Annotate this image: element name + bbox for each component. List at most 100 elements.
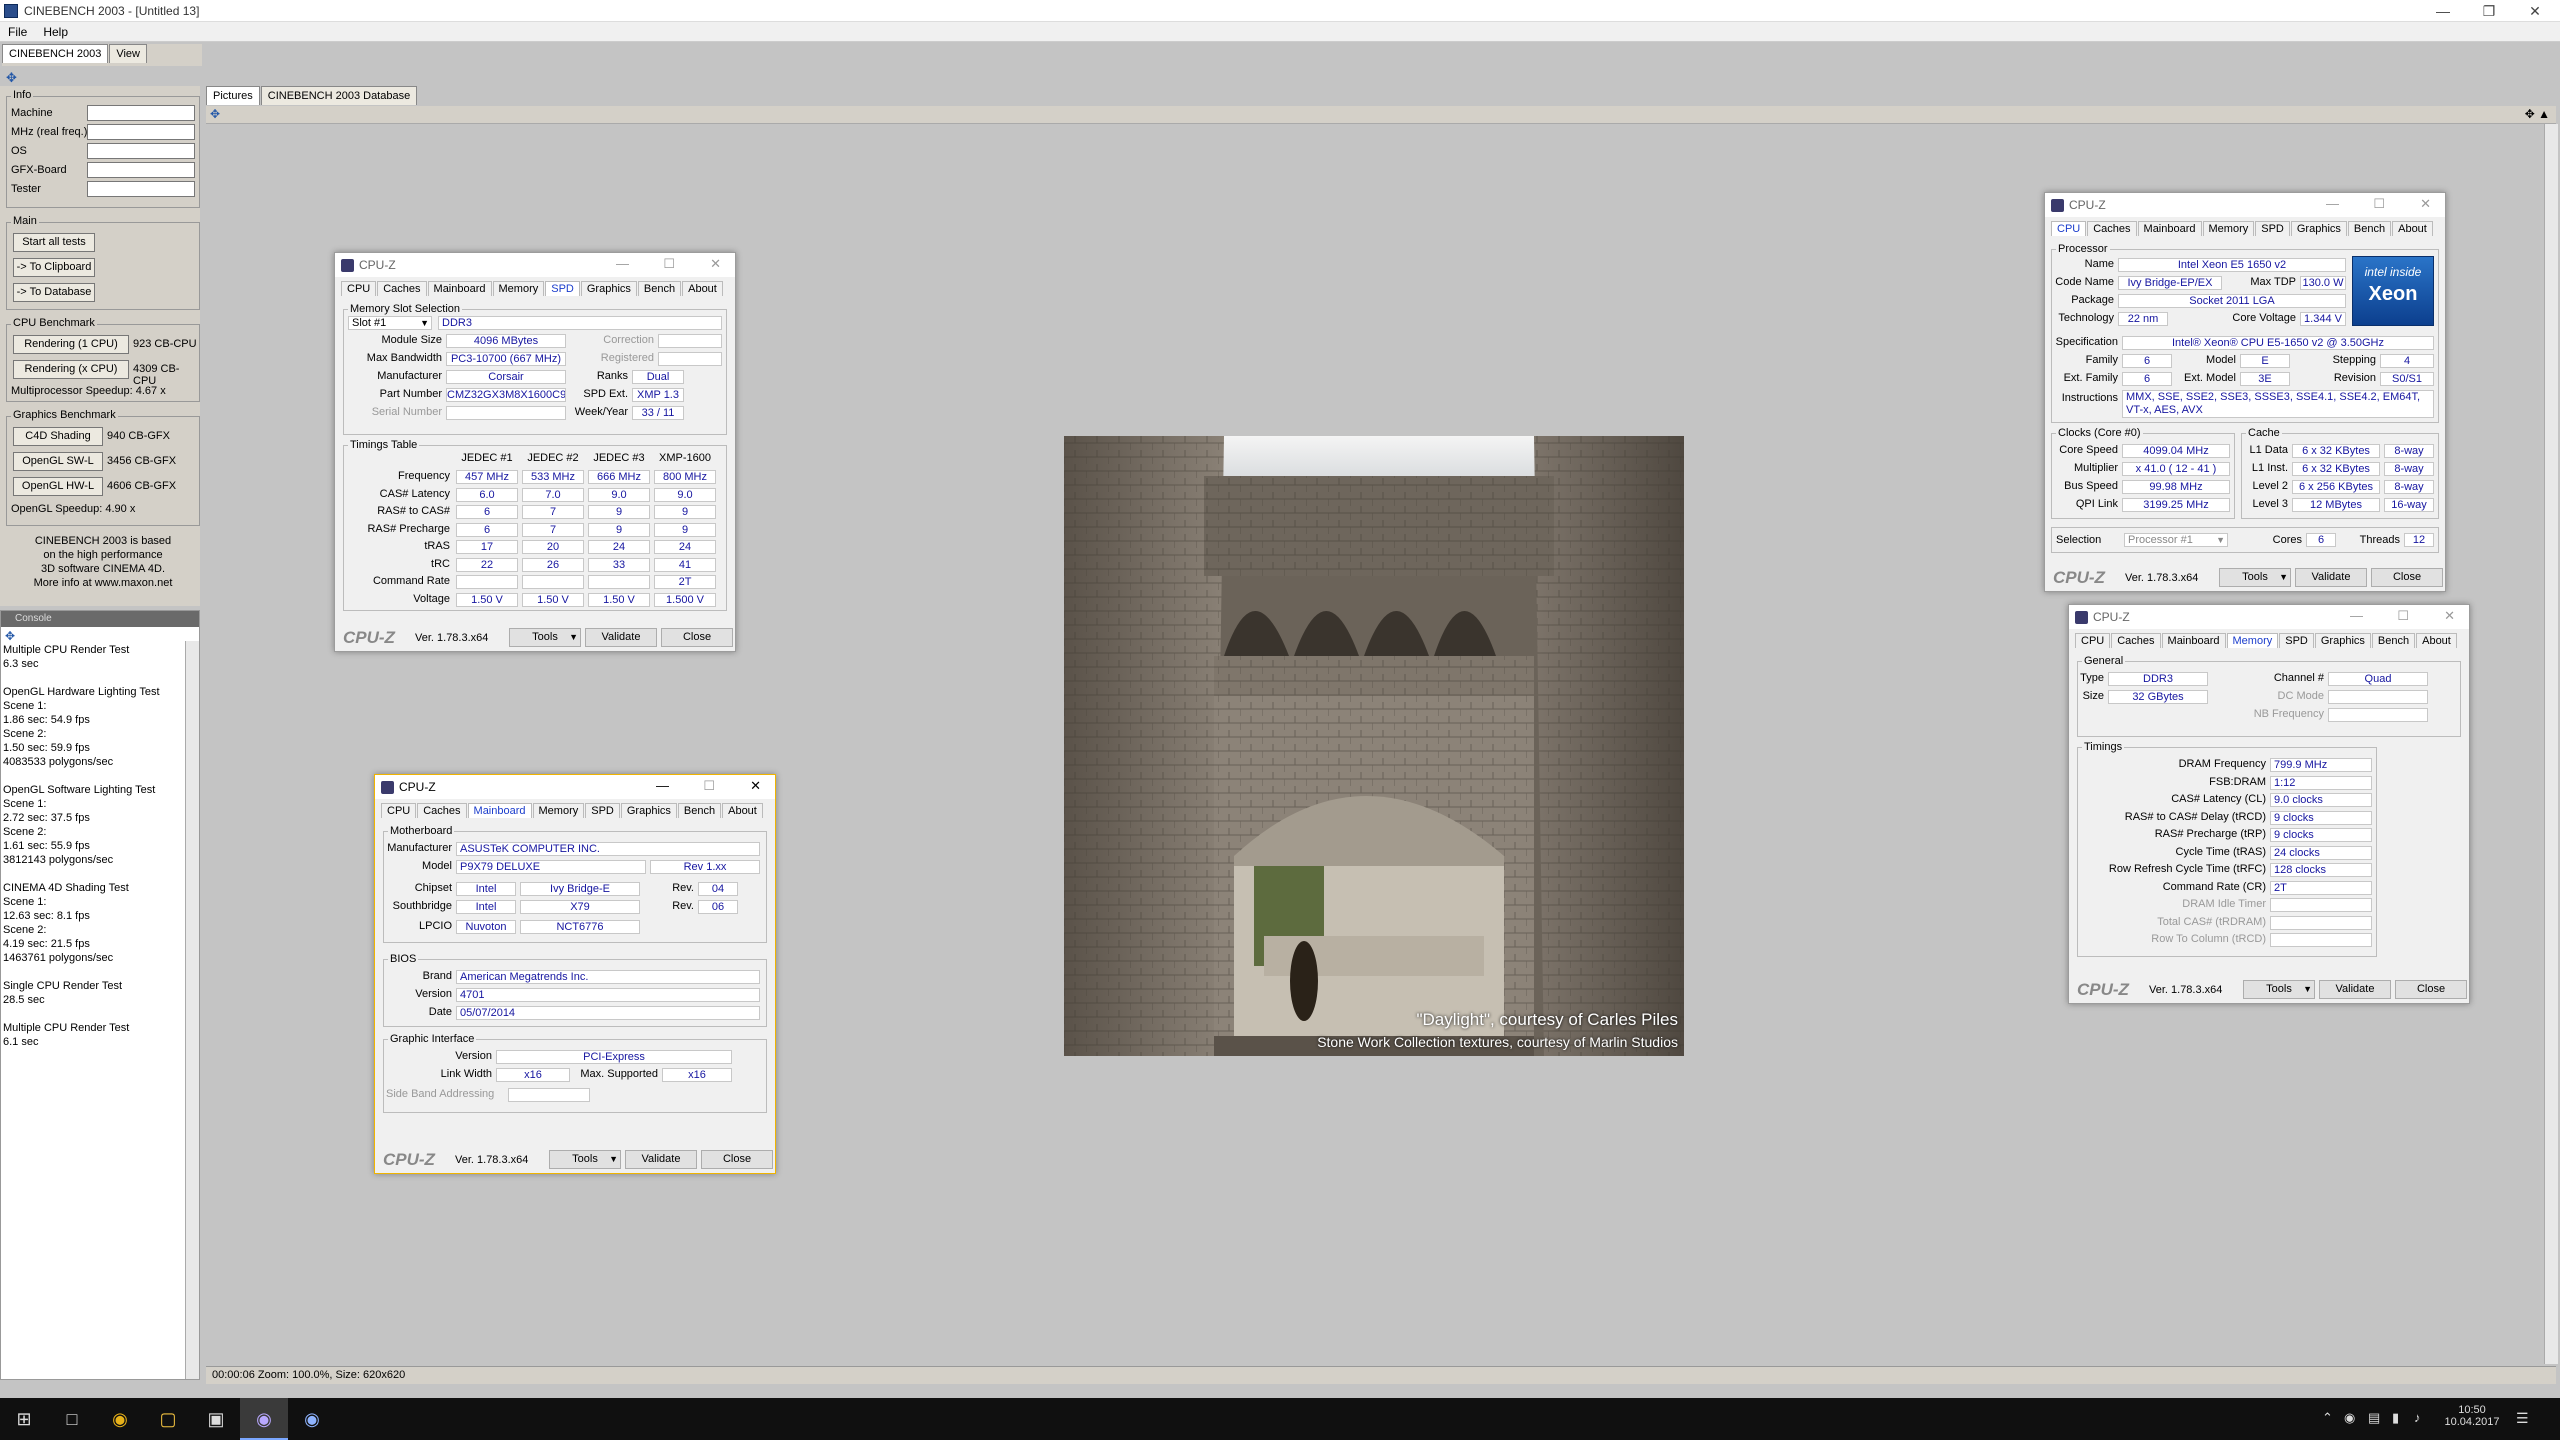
tester-input[interactable]	[87, 181, 195, 197]
menu-file[interactable]: File	[0, 22, 35, 42]
tab-cpu[interactable]: CPU	[2075, 633, 2111, 648]
tab-about[interactable]: About	[2416, 633, 2457, 648]
validate-button[interactable]: Validate	[625, 1150, 697, 1169]
to-clipboard-button[interactable]: -> To Clipboard	[13, 258, 95, 277]
cpuz-mb-close-icon[interactable]: ✕	[750, 778, 761, 794]
cpuz-taskbar-icon[interactable]: ◉	[240, 1398, 288, 1440]
tab-spd[interactable]: SPD	[545, 281, 580, 296]
cpuz-mb-maximize-icon[interactable]: ☐	[703, 778, 715, 794]
tools-button[interactable]: Tools ▼	[2219, 568, 2291, 587]
cpuz-close-button[interactable]: Close	[2371, 568, 2443, 587]
tab-memory[interactable]: Memory	[2226, 633, 2279, 648]
maximize-button[interactable]: ❐	[2466, 0, 2512, 22]
tray-network-icon[interactable]: ▤	[2368, 1410, 2380, 1426]
validate-button[interactable]: Validate	[2319, 980, 2391, 999]
cpuz-spd-close-icon[interactable]: ✕	[710, 256, 721, 272]
start-icon[interactable]: ⊞	[0, 1398, 48, 1440]
cpuz-mb-minimize-icon[interactable]: —	[656, 778, 669, 793]
cpuz-cpu-maximize-icon[interactable]: ☐	[2373, 196, 2385, 212]
cpuz-spd-maximize-icon[interactable]: ☐	[663, 256, 675, 272]
minimize-button[interactable]: —	[2420, 0, 2466, 22]
mhz-input[interactable]	[87, 124, 195, 140]
tab-pictures[interactable]: Pictures	[206, 86, 260, 105]
tab-caches[interactable]: Caches	[377, 281, 427, 296]
tab-caches[interactable]: Caches	[417, 803, 467, 818]
rendering-xcpu-button[interactable]: Rendering (x CPU)	[13, 360, 129, 379]
start-all-tests-button[interactable]: Start all tests	[13, 233, 95, 252]
menu-help[interactable]: Help	[35, 22, 76, 42]
cpuz-mem-close-icon[interactable]: ✕	[2444, 608, 2455, 624]
tab-about[interactable]: About	[722, 803, 763, 818]
tab-graphics[interactable]: Graphics	[620, 803, 677, 818]
slot-select[interactable]: Slot #1 ▼	[348, 316, 432, 330]
cpuz-close-button[interactable]: Close	[701, 1150, 773, 1169]
tray-battery-icon[interactable]: ▮	[2392, 1410, 2399, 1426]
tab-graphics[interactable]: Graphics	[2314, 633, 2371, 648]
cpuz-close-button[interactable]: Close	[661, 628, 733, 647]
tab-graphics[interactable]: Graphics	[2290, 221, 2347, 236]
tab-cpu[interactable]: CPU	[341, 281, 377, 296]
tab-caches[interactable]: Caches	[2087, 221, 2137, 236]
console-scrollbar[interactable]	[185, 641, 199, 1379]
tab-caches[interactable]: Caches	[2111, 633, 2161, 648]
tools-button[interactable]: Tools ▼	[2243, 980, 2315, 999]
store-icon[interactable]: ▣	[192, 1398, 240, 1440]
to-database-button[interactable]: -> To Database	[13, 283, 95, 302]
validate-button[interactable]: Validate	[585, 628, 657, 647]
cpuz-cpu-close-icon[interactable]: ✕	[2420, 196, 2431, 212]
tab-bench[interactable]: Bench	[677, 803, 722, 818]
opengl-hwl-button[interactable]: OpenGL HW-L	[13, 477, 103, 496]
validate-button[interactable]: Validate	[2295, 568, 2367, 587]
tab-spd[interactable]: SPD	[585, 803, 620, 818]
tab-about[interactable]: About	[682, 281, 723, 296]
cpuz-mem-maximize-icon[interactable]: ☐	[2397, 608, 2409, 624]
fullscreen-icon[interactable]: ✥ ▲	[2525, 107, 2550, 121]
close-button[interactable]: ✕	[2512, 0, 2558, 22]
machine-input[interactable]	[87, 105, 195, 121]
gfx-board-input[interactable]	[87, 162, 195, 178]
tab-memory[interactable]: Memory	[532, 803, 585, 818]
notifications-icon[interactable]: ☰	[2516, 1410, 2529, 1427]
cinebench-taskbar-icon[interactable]: ◉	[288, 1398, 336, 1440]
file-explorer-icon[interactable]: ▢	[144, 1398, 192, 1440]
tab-cpu[interactable]: CPU	[381, 803, 417, 818]
cpuz-cpu-minimize-icon[interactable]: —	[2326, 196, 2339, 211]
cpuz-mem-minimize-icon[interactable]: —	[2350, 608, 2363, 623]
os-input[interactable]	[87, 143, 195, 159]
tab-bench[interactable]: Bench	[2347, 221, 2392, 236]
tray-volume-icon[interactable]: ♪	[2414, 1410, 2421, 1425]
tab-spd[interactable]: SPD	[2279, 633, 2314, 648]
layout-arrow-icon[interactable]: ✥	[6, 70, 22, 85]
tab-mainboard[interactable]: Mainboard	[427, 281, 492, 296]
cpuz-spd-minimize-icon[interactable]: —	[616, 256, 629, 271]
tab-view[interactable]: View	[109, 44, 147, 63]
chrome-icon[interactable]: ◉	[96, 1398, 144, 1440]
console-move-icon[interactable]: ✥	[5, 629, 15, 643]
tab-database[interactable]: CINEBENCH 2003 Database	[260, 86, 418, 105]
tab-bench[interactable]: Bench	[637, 281, 682, 296]
tools-button[interactable]: Tools ▼	[549, 1150, 621, 1169]
tab-cpu[interactable]: CPU	[2051, 221, 2087, 236]
tab-cinebench[interactable]: CINEBENCH 2003	[2, 44, 109, 63]
task-view-icon[interactable]: □	[48, 1398, 96, 1440]
tab-memory[interactable]: Memory	[2202, 221, 2255, 236]
picture-scrollbar[interactable]	[2544, 124, 2558, 1364]
tab-mainboard[interactable]: Mainboard	[2161, 633, 2226, 648]
rendering-1cpu-button[interactable]: Rendering (1 CPU)	[13, 335, 129, 354]
cpuz-close-button[interactable]: Close	[2395, 980, 2467, 999]
tab-about[interactable]: About	[2392, 221, 2433, 236]
tray-app-icon[interactable]: ◉	[2344, 1410, 2355, 1426]
tab-bench[interactable]: Bench	[2371, 633, 2416, 648]
clock[interactable]: 10:50 10.04.2017	[2440, 1404, 2504, 1428]
tab-graphics[interactable]: Graphics	[580, 281, 637, 296]
tab-spd[interactable]: SPD	[2255, 221, 2290, 236]
picture-move-icon[interactable]: ✥	[210, 107, 220, 121]
opengl-swl-button[interactable]: OpenGL SW-L	[13, 452, 103, 471]
tools-button[interactable]: Tools ▼	[509, 628, 581, 647]
processor-select[interactable]: Processor #1 ▼	[2124, 533, 2228, 547]
tab-mainboard[interactable]: Mainboard	[467, 803, 532, 818]
tab-memory[interactable]: Memory	[492, 281, 545, 296]
tray-chevron-icon[interactable]: ⌃	[2322, 1410, 2333, 1426]
c4d-shading-button[interactable]: C4D Shading	[13, 427, 103, 446]
tab-mainboard[interactable]: Mainboard	[2137, 221, 2202, 236]
